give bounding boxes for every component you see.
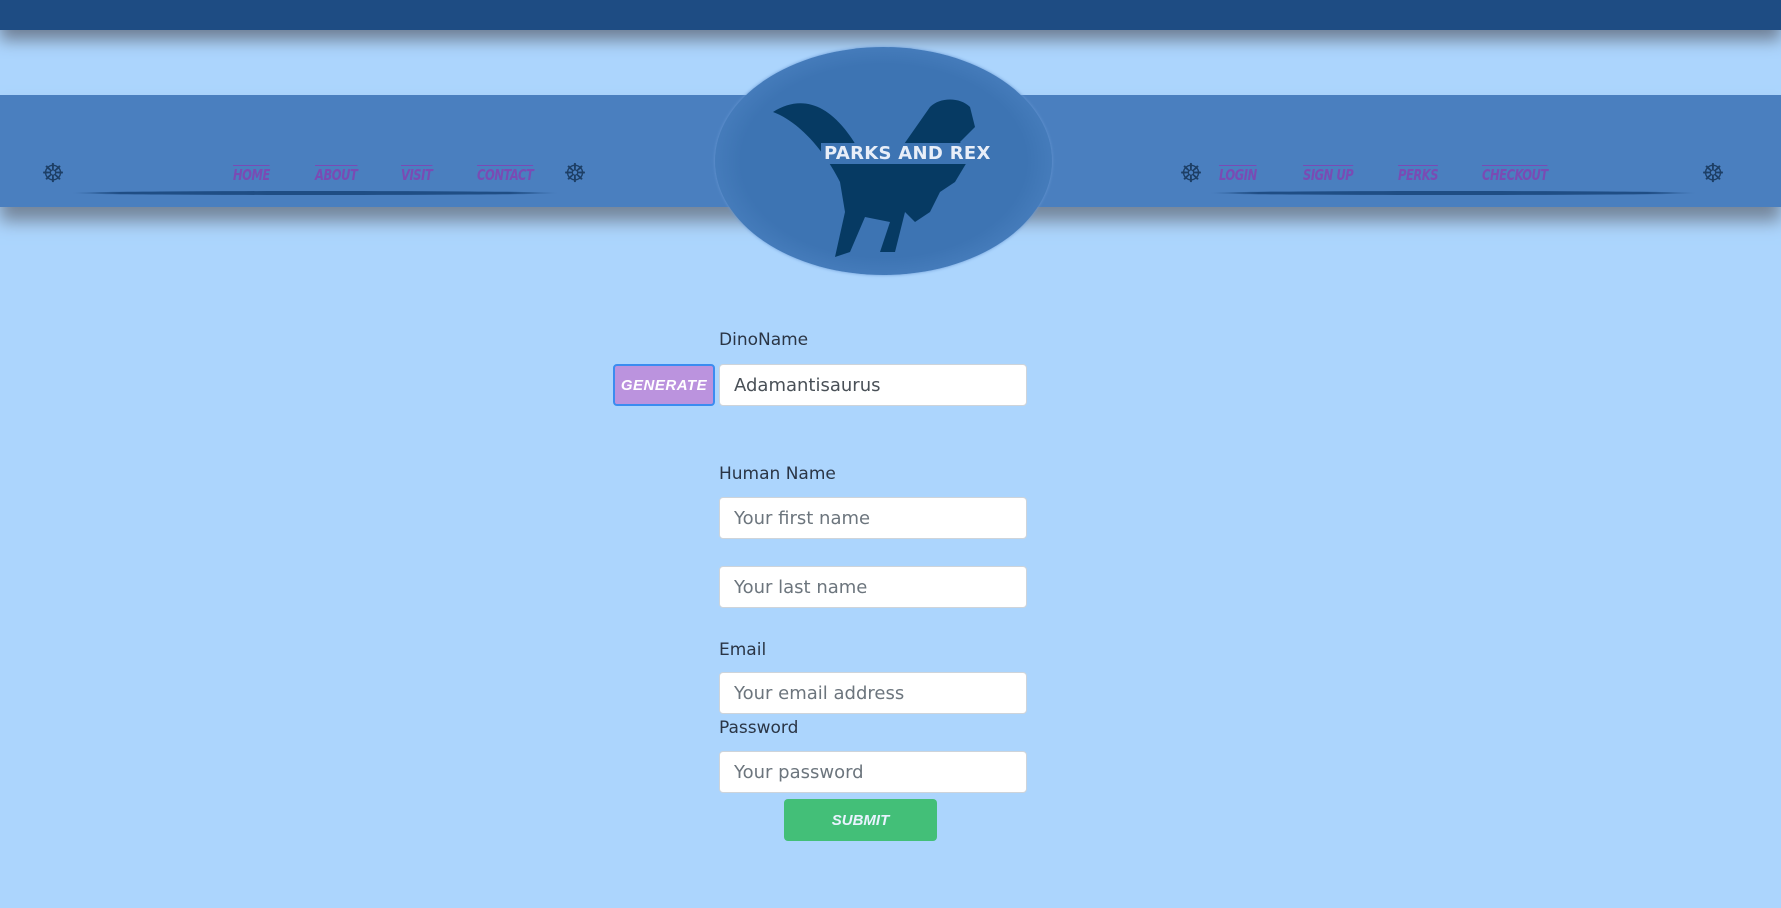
dino-skeleton-icon: ☸	[41, 159, 65, 189]
nav-about[interactable]: ABOUT	[315, 165, 358, 184]
nav-contact[interactable]: CONTACT	[477, 165, 534, 184]
nav-underline	[72, 191, 558, 195]
last-name-input[interactable]	[719, 566, 1027, 608]
dinoname-input[interactable]	[719, 364, 1027, 406]
email-label: Email	[719, 640, 767, 660]
t-rex-icon	[773, 99, 975, 257]
nav-visit[interactable]: VISIT	[401, 165, 433, 184]
logo-text: PARKS AND REX	[821, 143, 994, 164]
email-input[interactable]	[719, 672, 1027, 714]
nav-perks[interactable]: PERKS	[1398, 165, 1439, 184]
nav-signup[interactable]: SIGN UP	[1303, 165, 1354, 184]
logo[interactable]: PARKS AND REX	[715, 47, 1052, 275]
submit-button[interactable]: SUBMIT	[784, 799, 937, 841]
dino-skeleton-icon: ☸	[1701, 159, 1725, 189]
password-label: Password	[719, 718, 799, 738]
nav-home[interactable]: HOME	[233, 165, 270, 184]
nav-login[interactable]: LOGIN	[1219, 165, 1257, 184]
dinoname-label: DinoName	[719, 330, 809, 350]
dino-skeleton-icon: ☸	[563, 159, 587, 189]
nav-checkout[interactable]: CHECKOUT	[1482, 165, 1548, 184]
password-input[interactable]	[719, 751, 1027, 793]
top-bar	[0, 0, 1781, 30]
first-name-input[interactable]	[719, 497, 1027, 539]
human-name-label: Human Name	[719, 464, 836, 484]
nav-underline	[1210, 191, 1696, 195]
dino-skeleton-icon: ☸	[1179, 159, 1203, 189]
generate-button[interactable]: GENERATE	[613, 364, 715, 406]
